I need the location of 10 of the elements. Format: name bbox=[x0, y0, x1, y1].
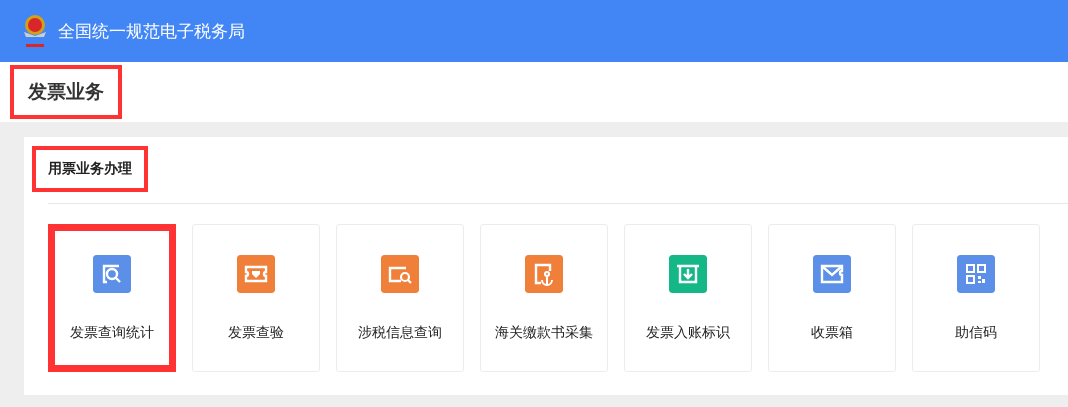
service-tile[interactable]: 发票查验 bbox=[192, 224, 320, 372]
page-title: 发票业务 bbox=[10, 65, 122, 119]
service-tile[interactable]: 发票查询统计 bbox=[48, 224, 176, 372]
site-title: 全国统一规范电子税务局 bbox=[58, 19, 245, 43]
service-tile[interactable]: 助信码 bbox=[912, 224, 1040, 372]
service-tile[interactable]: 海关缴款书采集 bbox=[480, 224, 608, 372]
service-tile[interactable]: 收票箱 bbox=[768, 224, 896, 372]
service-tile[interactable]: 发票入账标识 bbox=[624, 224, 752, 372]
service-tile[interactable]: 涉税信息查询 bbox=[336, 224, 464, 372]
section-title: 用票业务办理 bbox=[32, 146, 148, 192]
